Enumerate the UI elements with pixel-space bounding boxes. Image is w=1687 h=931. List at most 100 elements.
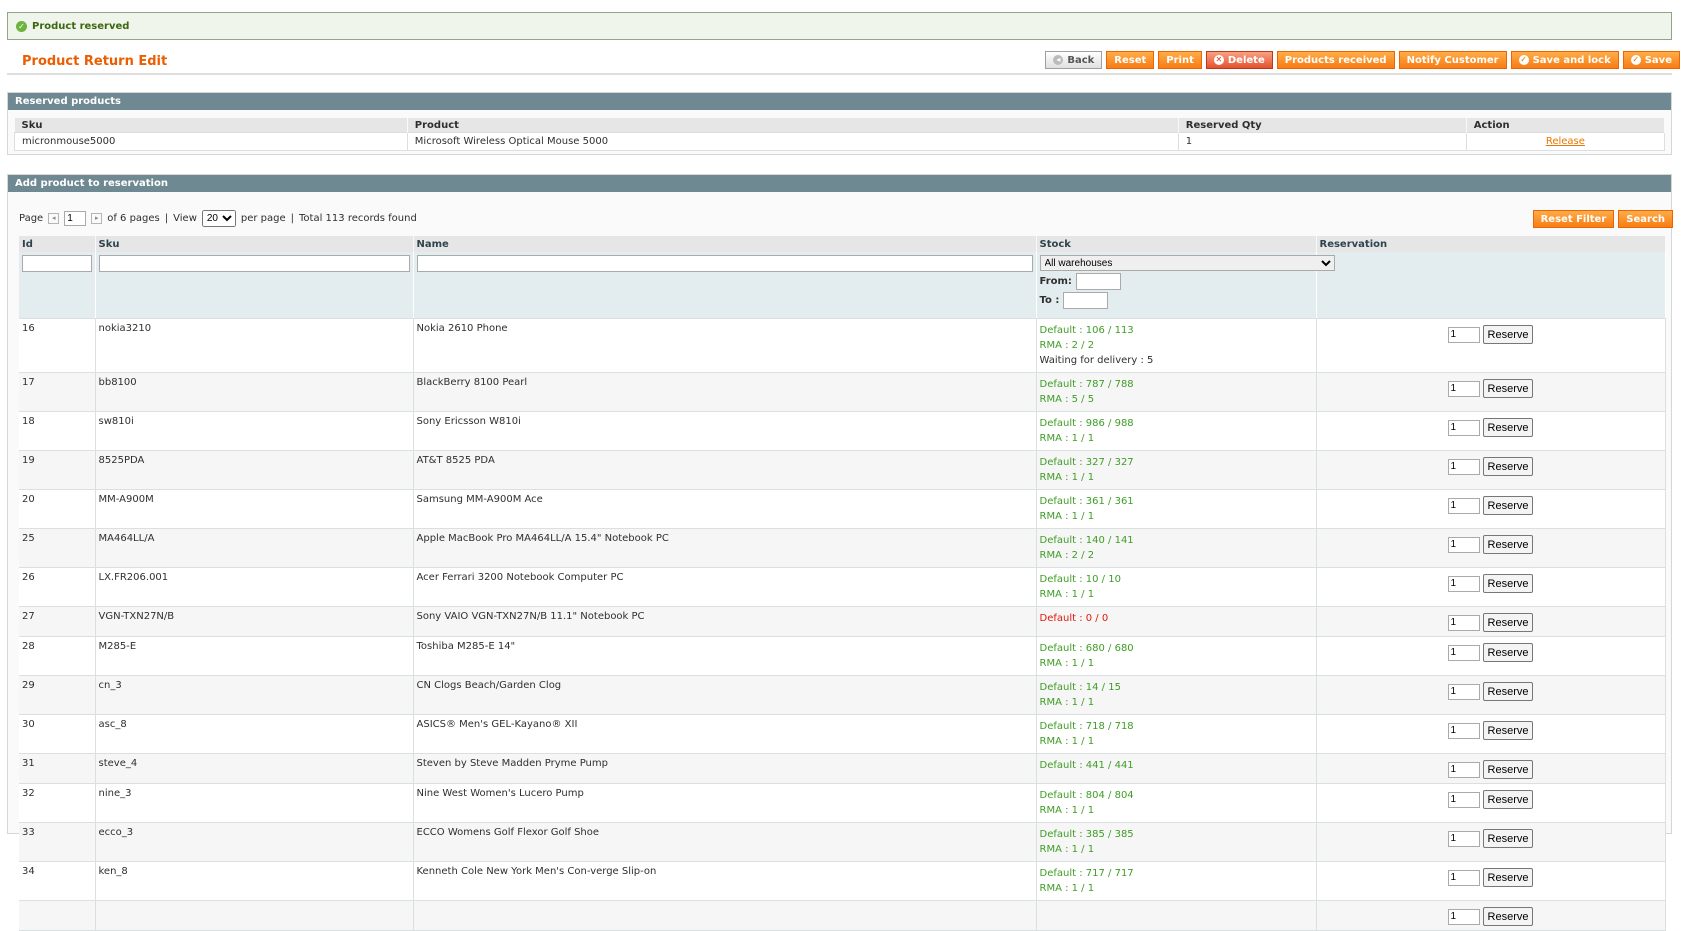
reserve-qty-input[interactable] <box>1447 458 1480 475</box>
cell-reservation: Reserve <box>1316 822 1666 862</box>
stock-to-input[interactable] <box>1063 292 1109 309</box>
release-link[interactable]: Release <box>1546 136 1585 147</box>
page-title: Product Return Edit <box>22 54 168 69</box>
reserve-button[interactable]: Reserve <box>1482 496 1534 515</box>
cell-stock: Default : 385 / 385 RMA : 1 / 1 <box>1036 822 1317 862</box>
cell-id: 25 <box>19 528 96 568</box>
reserve-button[interactable]: Reserve <box>1482 721 1534 740</box>
reserve-button[interactable]: Reserve <box>1482 643 1534 662</box>
cell-name: AT&T 8525 PDA <box>413 450 1037 490</box>
reserve-qty-input[interactable] <box>1447 644 1480 661</box>
reserve-controls: Reserve <box>1320 866 1662 887</box>
delete-button[interactable]: ✕ Delete <box>1205 51 1273 69</box>
cell-name: Sony VAIO VGN-TXN27N/B 11.1" Notebook PC <box>413 606 1037 637</box>
notify-customer-button[interactable]: Notify Customer <box>1398 51 1507 69</box>
save-and-lock-button[interactable]: ✓ Save and lock <box>1510 51 1619 69</box>
reserve-qty-input[interactable] <box>1447 869 1480 886</box>
stock-rma: RMA : 1 / 1 <box>1039 511 1095 522</box>
reserve-button[interactable]: Reserve <box>1482 760 1534 779</box>
reserve-qty-input[interactable] <box>1447 761 1480 778</box>
cell-name: Toshiba M285-E 14" <box>413 636 1037 676</box>
reserve-qty-input[interactable] <box>1447 536 1480 553</box>
reserve-button[interactable]: Reserve <box>1482 418 1534 437</box>
stock-rma: RMA : 1 / 1 <box>1039 805 1095 816</box>
cell-reservation: Reserve <box>1316 783 1666 823</box>
reserve-qty-input[interactable] <box>1447 830 1480 847</box>
reserve-controls: Reserve <box>1320 719 1662 740</box>
reserve-button[interactable]: Reserve <box>1482 535 1534 554</box>
cell-stock: Default : 140 / 141 RMA : 2 / 2 <box>1036 528 1317 568</box>
table-row: 29 cn_3 CN Clogs Beach/Garden Clog Default … <box>19 675 1666 715</box>
reserve-button[interactable]: Reserve <box>1482 790 1534 809</box>
toolbar: ◂ Back Reset Print ✕ Delete Products received N… <box>1045 51 1680 69</box>
reserved-sku: micronmouse5000 <box>14 132 408 151</box>
search-button[interactable]: Search <box>1618 210 1673 228</box>
cell-id: 31 <box>19 753 96 784</box>
reserve-button[interactable]: Reserve <box>1482 613 1534 632</box>
reserve-button[interactable]: Reserve <box>1482 868 1534 887</box>
reserve-qty-input[interactable] <box>1447 683 1480 700</box>
toolbar-button-label: Products received <box>1284 54 1387 66</box>
reserved-action-cell: Release <box>1465 132 1666 151</box>
reserve-button[interactable]: Reserve <box>1482 457 1534 476</box>
warehouse-select[interactable]: All warehouses <box>1039 255 1335 271</box>
prev-page-icon[interactable]: ◂ <box>48 213 60 224</box>
back-button[interactable]: ◂ Back <box>1045 51 1103 69</box>
reserve-button[interactable]: Reserve <box>1482 907 1534 926</box>
cell-id: 16 <box>19 318 96 373</box>
success-message: ✓ Product reserved <box>7 12 1672 40</box>
filter-id-input[interactable] <box>22 255 92 272</box>
reserved-products-header: Reserved products <box>8 93 1671 110</box>
page-input[interactable] <box>64 211 87 226</box>
reset-filter-button[interactable]: Reset Filter <box>1532 210 1615 228</box>
filter-sku-input[interactable] <box>98 255 410 272</box>
table-row: 33 ecco_3 ECCO Womens Golf Flexor Golf Sho… <box>19 822 1666 862</box>
stock-default: Default : 441 / 441 <box>1039 760 1134 771</box>
table-row: Reserve <box>19 900 1666 931</box>
grid-col-reservation: Reservation <box>1316 236 1666 252</box>
reserve-controls: Reserve <box>1320 788 1662 809</box>
cell-reservation: Reserve <box>1316 528 1666 568</box>
stock-default: Default : 0 / 0 <box>1039 613 1109 624</box>
reserve-qty-input[interactable] <box>1447 497 1480 514</box>
reserve-button[interactable]: Reserve <box>1482 379 1534 398</box>
cell-id: 17 <box>19 372 96 412</box>
reserve-qty-input[interactable] <box>1447 419 1480 436</box>
reserved-row: micronmouse5000 Microsoft Wireless Optica… <box>14 132 1666 151</box>
reserve-controls: Reserve <box>1320 611 1662 632</box>
table-row: 16 nokia3210 Nokia 2610 Phone Default : 106… <box>19 318 1666 373</box>
reset-button[interactable]: Reset <box>1106 51 1155 69</box>
cell-name: Acer Ferrari 3200 Notebook Computer PC <box>413 567 1037 607</box>
cell-sku: bb8100 <box>95 372 414 412</box>
cell-sku: VGN-TXN27N/B <box>95 606 414 637</box>
reserve-button[interactable]: Reserve <box>1482 829 1534 848</box>
table-row: 31 steve_4 Steven by Steve Madden Pryme Pu… <box>19 753 1666 784</box>
per-page-select[interactable]: 20 <box>201 210 236 227</box>
reserve-button[interactable]: Reserve <box>1482 325 1534 344</box>
cell-stock: Default : 804 / 804 RMA : 1 / 1 <box>1036 783 1317 823</box>
next-page-icon[interactable]: ▸ <box>91 213 103 224</box>
reserve-qty-input[interactable] <box>1447 575 1480 592</box>
reserved-col-product: Product <box>407 118 1179 133</box>
reserve-qty-input[interactable] <box>1447 722 1480 739</box>
reserve-qty-input[interactable] <box>1447 326 1480 343</box>
reserve-qty-input[interactable] <box>1447 380 1480 397</box>
products-received-button[interactable]: Products received <box>1276 51 1395 69</box>
table-row: 25 MA464LL/A Apple MacBook Pro MA464LL/A 1… <box>19 528 1666 568</box>
print-button[interactable]: Print <box>1158 51 1202 69</box>
save-button[interactable]: ✓ Save <box>1622 51 1680 69</box>
reserved-col-action: Action <box>1466 118 1666 133</box>
reserve-qty-input[interactable] <box>1447 614 1480 631</box>
reserve-button[interactable]: Reserve <box>1482 574 1534 593</box>
filter-name-input[interactable] <box>416 255 1033 272</box>
cell-reservation: Reserve <box>1316 861 1666 901</box>
reserve-qty-input[interactable] <box>1447 791 1480 808</box>
reserve-button[interactable]: Reserve <box>1482 682 1534 701</box>
reserve-controls: Reserve <box>1320 641 1662 662</box>
reserve-qty-input[interactable] <box>1447 908 1480 925</box>
cell-reservation: Reserve <box>1316 753 1666 784</box>
stock-from-input[interactable] <box>1075 273 1121 290</box>
stock-default: Default : 14 / 15 <box>1039 682 1121 693</box>
toolbar-button-label: Save <box>1644 54 1672 66</box>
stock-waiting: Waiting for delivery : 5 <box>1039 355 1154 366</box>
